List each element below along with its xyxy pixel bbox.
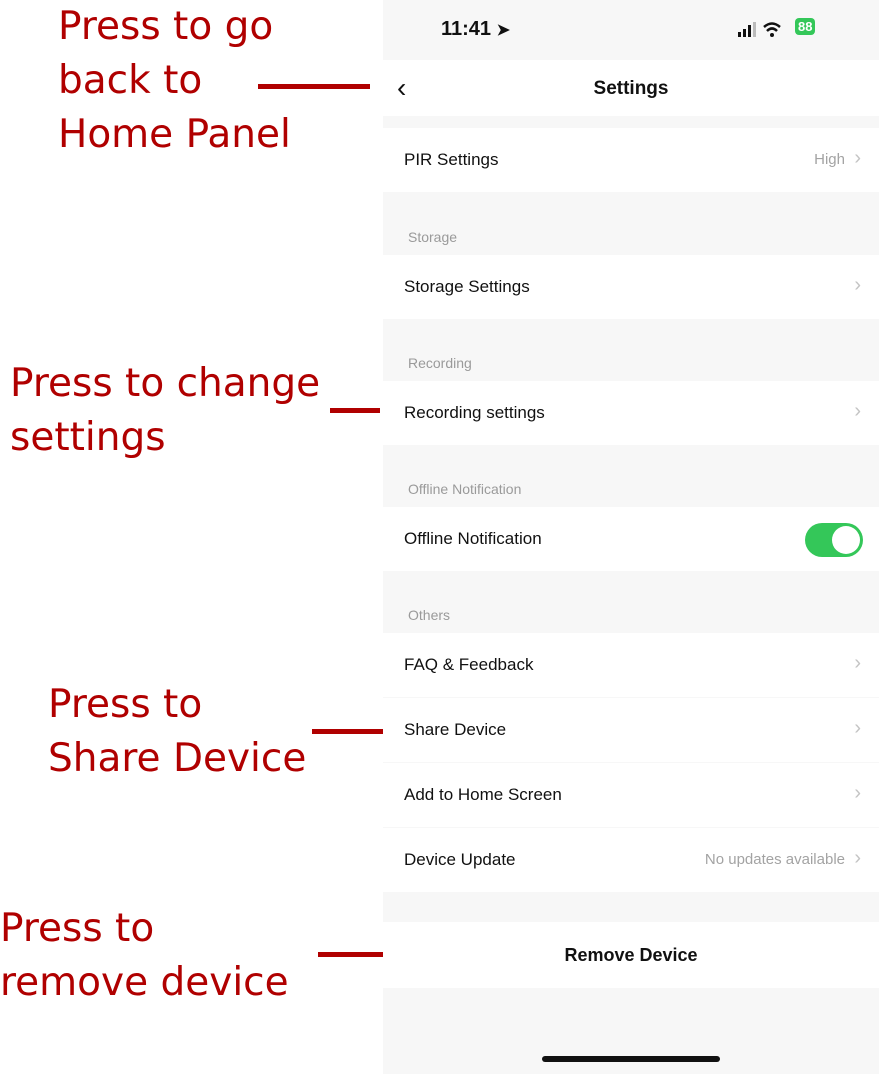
- share-device-label: Share Device: [404, 720, 507, 739]
- chevron-right-icon: ›: [854, 717, 861, 739]
- annotation-share-device: Press to Share Device: [48, 682, 307, 781]
- recording-settings-label: Recording settings: [404, 403, 545, 422]
- annotation-remove-device: Press to remove device: [0, 906, 289, 1005]
- section-header-others: Others: [408, 607, 451, 623]
- pir-settings-row[interactable]: PIR Settings High ›: [383, 128, 879, 192]
- offline-notification-toggle[interactable]: [805, 523, 863, 557]
- share-device-row[interactable]: Share Device ›: [383, 698, 879, 762]
- annotation-line-change: [330, 408, 380, 413]
- offline-notification-row: Offline Notification: [383, 507, 879, 571]
- toggle-knob: [832, 526, 860, 554]
- device-update-row[interactable]: Device Update No updates available ›: [383, 828, 879, 892]
- add-to-home-screen-row[interactable]: Add to Home Screen ›: [383, 763, 879, 827]
- annotation-change-settings: Press to change settings: [10, 361, 321, 460]
- offline-notification-label: Offline Notification: [404, 529, 542, 548]
- add-to-home-screen-label: Add to Home Screen: [404, 785, 562, 804]
- chevron-right-icon: ›: [854, 782, 861, 804]
- chevron-right-icon: ›: [854, 652, 861, 674]
- remove-device-button[interactable]: Remove Device: [383, 922, 879, 988]
- device-update-value: No updates available: [704, 851, 845, 868]
- home-indicator: [542, 1056, 720, 1062]
- faq-feedback-row[interactable]: FAQ & Feedback ›: [383, 633, 879, 697]
- annotation-line-share: [312, 729, 385, 734]
- storage-settings-row[interactable]: Storage Settings ›: [383, 255, 879, 319]
- location-arrow-icon: ➤: [496, 22, 511, 39]
- faq-feedback-label: FAQ & Feedback: [404, 655, 534, 674]
- recording-settings-row[interactable]: Recording settings ›: [383, 381, 879, 445]
- annotation-back: Press to go back to Home Panel: [58, 4, 291, 157]
- status-time: 11:41 ➤: [441, 18, 510, 41]
- chevron-right-icon: ›: [854, 400, 861, 422]
- device-update-label: Device Update: [404, 850, 516, 869]
- phone-screen: 11:41 ➤ 88 ‹ Settings PIR Settings High …: [383, 0, 879, 1074]
- signal-wifi-icon: [738, 22, 781, 37]
- pir-settings-label: PIR Settings: [404, 150, 499, 169]
- nav-bar: ‹ Settings: [383, 60, 879, 116]
- chevron-right-icon: ›: [854, 274, 861, 296]
- battery-icon: 88: [795, 18, 816, 35]
- section-header-recording: Recording: [408, 355, 472, 371]
- section-header-offline: Offline Notification: [408, 481, 522, 497]
- storage-settings-label: Storage Settings: [404, 277, 530, 296]
- section-header-storage: Storage: [408, 229, 458, 245]
- annotation-line-back: [258, 84, 370, 89]
- chevron-right-icon: ›: [854, 147, 861, 169]
- chevron-right-icon: ›: [854, 847, 861, 869]
- pir-settings-value: High: [814, 151, 845, 168]
- status-time-text: 11:41: [441, 18, 492, 40]
- page-title: Settings: [593, 78, 669, 99]
